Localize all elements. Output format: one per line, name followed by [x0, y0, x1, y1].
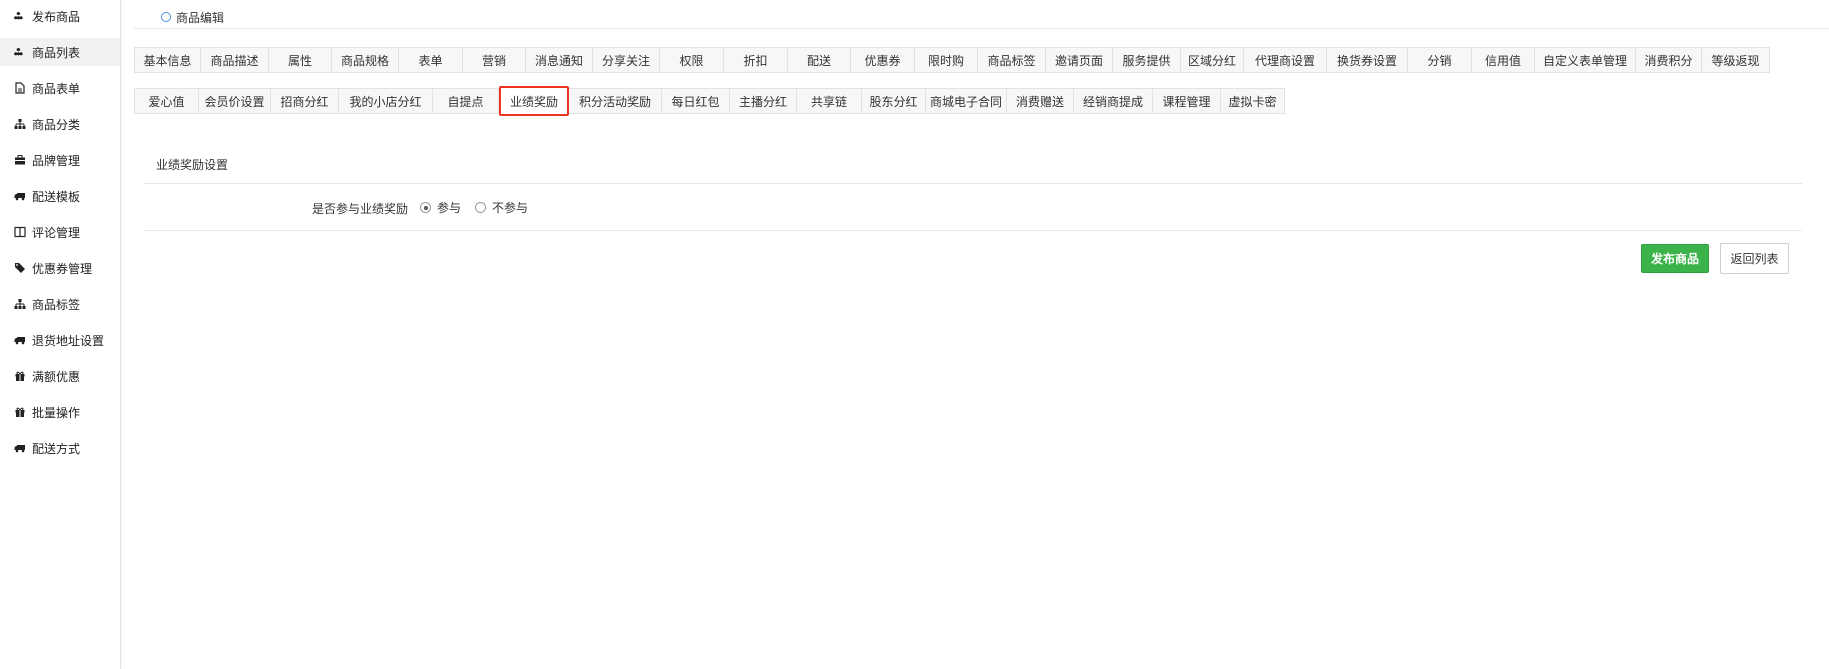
tab[interactable]: 股东分红 [862, 88, 926, 114]
sidebar-item[interactable]: 评论管理 [0, 218, 120, 246]
truck-icon [13, 190, 26, 203]
tab[interactable]: 商城电子合同 [926, 88, 1007, 114]
sidebar-item[interactable]: 商品表单 [0, 74, 120, 102]
tab[interactable]: 商品描述 [201, 47, 269, 73]
tab[interactable]: 基本信息 [135, 47, 201, 73]
sidebar-item-label: 配送模板 [32, 189, 81, 204]
sidebar-item[interactable]: 配送模板 [0, 182, 120, 210]
section-divider [144, 183, 1802, 184]
tab[interactable]: 服务提供 [1113, 47, 1181, 73]
tab[interactable]: 虚拟卡密 [1221, 88, 1285, 114]
participate-field-label: 是否参与业绩奖励 [312, 202, 409, 216]
tab[interactable]: 信用值 [1472, 47, 1535, 73]
sidebar-item-label: 商品分类 [32, 117, 81, 132]
truck-icon [13, 334, 26, 347]
cubes-icon [13, 10, 26, 23]
sidebar-item-label: 退货地址设置 [32, 333, 105, 348]
tab[interactable]: 课程管理 [1153, 88, 1221, 114]
tab[interactable]: 主播分红 [730, 88, 797, 114]
gift-icon [13, 370, 26, 383]
sidebar-item[interactable]: 商品列表 [0, 38, 120, 66]
sitemap-icon [13, 118, 26, 131]
header-divider [134, 28, 1829, 29]
tab[interactable]: 我的小店分红 [339, 88, 433, 114]
tab[interactable]: 分享关注 [593, 47, 660, 73]
sidebar-item[interactable]: 发布商品 [0, 2, 120, 30]
gift-icon [13, 406, 26, 419]
tab[interactable]: 权限 [660, 47, 724, 73]
sidebar-item-label: 商品列表 [32, 45, 81, 60]
sidebar-item[interactable]: 配送方式 [0, 434, 120, 462]
page-title-label: 商品编辑 [176, 10, 225, 25]
radio-participate[interactable]: 参与 [420, 199, 461, 216]
tab[interactable]: 消费赠送 [1007, 88, 1074, 114]
tab[interactable]: 换货券设置 [1327, 47, 1408, 73]
tab[interactable]: 表单 [399, 47, 463, 73]
sidebar-item-label: 商品标签 [32, 297, 81, 312]
sidebar-item[interactable]: 商品分类 [0, 110, 120, 138]
columns-icon [13, 226, 26, 239]
tab[interactable]: 自定义表单管理 [1535, 47, 1636, 73]
tab[interactable]: 每日红包 [662, 88, 730, 114]
sidebar-item-label: 批量操作 [32, 405, 81, 420]
tab[interactable]: 自提点 [433, 88, 499, 114]
radio-circle-checked[interactable] [420, 202, 431, 213]
tab[interactable]: 共享链 [797, 88, 862, 114]
radio-participate-label: 参与 [437, 201, 462, 215]
tab[interactable]: 业绩奖励 [499, 86, 569, 116]
cubes-icon [13, 46, 26, 59]
tab[interactable]: 积分活动奖励 [569, 88, 662, 114]
tab[interactable]: 商品标签 [978, 47, 1046, 73]
tab[interactable]: 限时购 [915, 47, 978, 73]
tab[interactable]: 招商分红 [271, 88, 339, 114]
radio-circle[interactable] [475, 202, 487, 213]
truck-icon [13, 442, 26, 455]
tab[interactable]: 商品规格 [332, 47, 399, 73]
sidebar-item-label: 优惠券管理 [32, 261, 93, 276]
sidebar-item[interactable]: 商品标签 [0, 290, 120, 318]
briefcase-icon [13, 154, 26, 167]
sidebar-item-label: 满额优惠 [32, 369, 81, 384]
circle-icon [161, 12, 171, 22]
tab[interactable]: 分销 [1408, 47, 1472, 73]
participate-radio-group: 参与 不参与 [420, 199, 542, 216]
back-to-list-button[interactable]: 返回列表 [1720, 243, 1789, 274]
tab-bar-row-1: 基本信息 商品描述 属性 商品规格 表单 营销 消息通知 分享关注 权限 折扣 配送 优惠券 限时购 商品… [134, 47, 1770, 73]
tab[interactable]: 消费积分 [1636, 47, 1702, 73]
tab[interactable]: 会员价设置 [199, 88, 271, 114]
tab[interactable]: 属性 [269, 47, 332, 73]
tab[interactable]: 消息通知 [526, 47, 593, 73]
radio-not-participate[interactable]: 不参与 [475, 199, 528, 216]
publish-button[interactable]: 发布商品 [1641, 244, 1709, 273]
row-divider [144, 230, 1802, 231]
file-icon [13, 82, 26, 95]
radio-not-participate-label: 不参与 [492, 201, 529, 215]
tab-bar-row-2: 爱心值 会员价设置 招商分红 我的小店分红 自提点 业绩奖励 积分活动奖励 每日红包 主播分红共… [134, 86, 1285, 116]
section-title: 业绩奖励设置 [156, 158, 229, 172]
tags-icon [13, 262, 26, 275]
tab[interactable]: 代理商设置 [1244, 47, 1327, 73]
tab[interactable]: 折扣 [724, 47, 788, 73]
sidebar-item-label: 商品表单 [32, 81, 81, 96]
tab[interactable]: 配送 [788, 47, 851, 73]
sidebar-item-label: 配送方式 [32, 441, 81, 456]
sidebar-item-label: 评论管理 [32, 225, 81, 240]
tab[interactable]: 等级返现 [1702, 47, 1770, 73]
tab[interactable]: 邀请页面 [1046, 47, 1113, 73]
sidebar-item[interactable]: 品牌管理 [0, 146, 120, 174]
sitemap-icon [13, 298, 26, 311]
tab[interactable]: 营销 [463, 47, 526, 73]
tab[interactable]: 优惠券 [851, 47, 915, 73]
tab[interactable]: 经销商提成 [1074, 88, 1153, 114]
sidebar-item[interactable]: 批量操作 [0, 398, 120, 426]
sidebar-item[interactable]: 优惠券管理 [0, 254, 120, 282]
tab[interactable]: 区域分红 [1181, 47, 1244, 73]
sidebar-item-label: 品牌管理 [32, 153, 81, 168]
sidebar-item[interactable]: 退货地址设置 [0, 326, 120, 354]
page-title: 商品编辑 [161, 8, 224, 26]
sidebar-item-label: 发布商品 [32, 9, 81, 24]
tab[interactable]: 爱心值 [135, 88, 199, 114]
sidebar: 发布商品商品列表商品表单商品分类品牌管理配送模板评论管理优惠券管理商品标签退货地… [0, 0, 121, 669]
sidebar-item[interactable]: 满额优惠 [0, 362, 120, 390]
